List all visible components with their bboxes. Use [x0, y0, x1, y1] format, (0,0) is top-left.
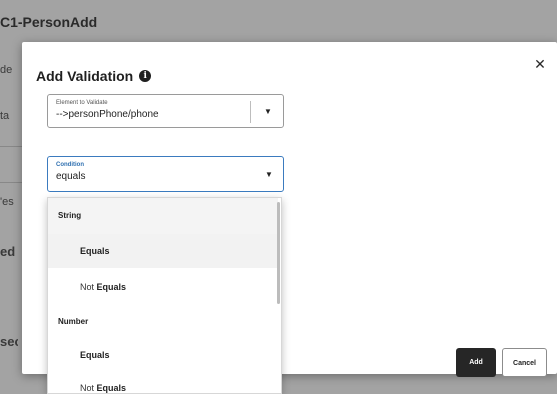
background-divider: [0, 182, 22, 183]
option-label: Equals: [80, 350, 110, 360]
background-text-fragment: ed: [0, 244, 16, 259]
option-label: Equals: [96, 282, 127, 292]
element-to-validate-select[interactable]: Element to Validate -->personPhone/phone…: [47, 94, 284, 128]
condition-input[interactable]: equals: [56, 171, 85, 182]
condition-combobox[interactable]: Condition equals ▼: [47, 156, 284, 192]
dialog-title: Add Validation i: [36, 68, 152, 84]
background-text-fragment: de: [0, 64, 13, 76]
option-label-prefix: Not: [80, 282, 97, 292]
option-group-number: Number: [58, 317, 89, 326]
option-string-equals[interactable]: Equals: [48, 234, 278, 268]
cancel-button[interactable]: Cancel: [502, 348, 547, 377]
option-number-not-equals[interactable]: Not Equals: [48, 371, 278, 393]
option-label-prefix: Not: [80, 383, 97, 393]
background-text-fragment: ta: [0, 110, 10, 122]
info-icon[interactable]: i: [139, 70, 152, 82]
option-group-string: String: [48, 198, 278, 234]
element-to-validate-label: Element to Validate: [56, 100, 108, 106]
scrollbar-thumb[interactable]: [277, 202, 280, 304]
option-label: Equals: [96, 383, 127, 393]
background-page-title: C1-PersonAdd: [0, 14, 98, 30]
chevron-down-icon[interactable]: ▼: [252, 95, 284, 127]
condition-label: Condition: [56, 162, 84, 168]
close-icon[interactable]: ✕: [532, 56, 548, 72]
background-divider: [0, 146, 22, 147]
dialog-title-text: Add Validation: [36, 68, 134, 84]
chevron-down-icon[interactable]: ▼: [253, 157, 285, 191]
field-divider: [250, 101, 251, 123]
background-text-fragment: 'es: [0, 196, 14, 208]
option-string-not-equals[interactable]: Not Equals: [48, 270, 278, 304]
element-to-validate-value: -->personPhone/phone: [56, 109, 159, 120]
background-text-fragment: sec: [0, 334, 18, 349]
option-label: Equals: [80, 246, 110, 256]
add-button[interactable]: Add: [456, 348, 496, 377]
option-number-equals[interactable]: Equals: [48, 338, 278, 372]
condition-dropdown-list[interactable]: String Equals Not Equals Number Equals N…: [47, 197, 282, 394]
